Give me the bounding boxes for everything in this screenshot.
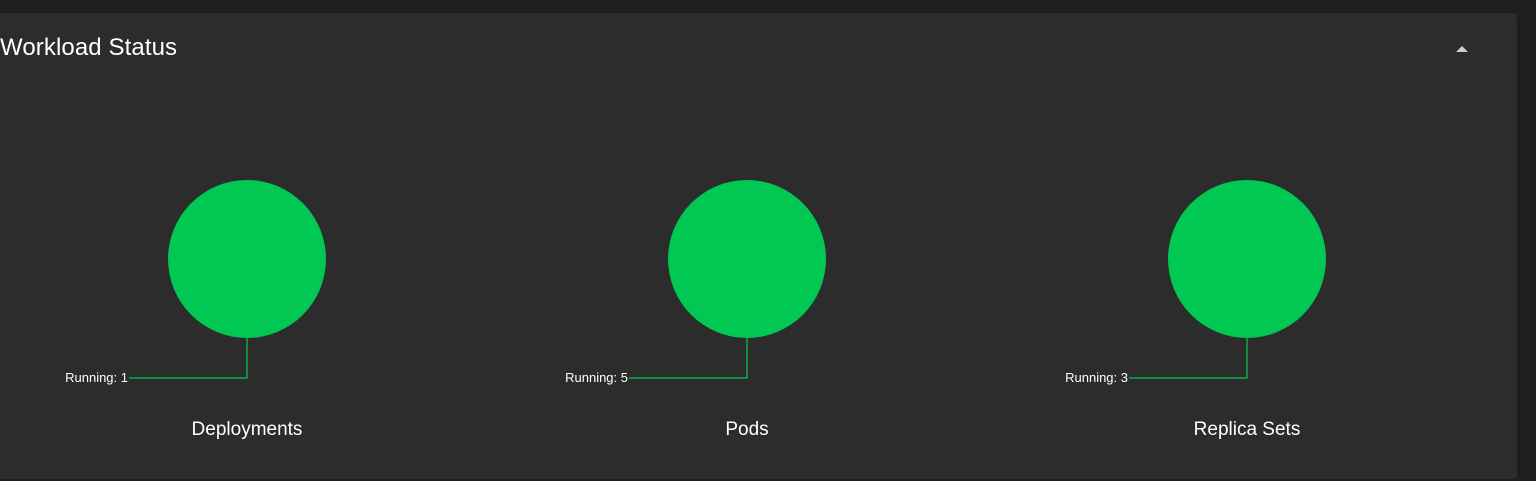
slice-leader-line — [1129, 338, 1248, 379]
chart-title: Deployments — [192, 419, 303, 440]
slice-leader-line — [629, 338, 748, 379]
pie-slice-running[interactable] — [1168, 180, 1326, 338]
pie-slice-running[interactable] — [168, 180, 326, 338]
pie-slice-running[interactable] — [668, 180, 826, 338]
chart-title: Pods — [725, 419, 768, 440]
slice-leader-line — [129, 338, 248, 379]
slice-label: Running: 5 — [565, 370, 628, 385]
workload-charts: Running: 1 Deployments Running: 5 Pods Runni… — [65, 180, 1326, 440]
slice-label: Running: 3 — [1065, 370, 1128, 385]
chart-title: Replica Sets — [1194, 419, 1301, 440]
slice-label: Running: 1 — [65, 370, 128, 385]
